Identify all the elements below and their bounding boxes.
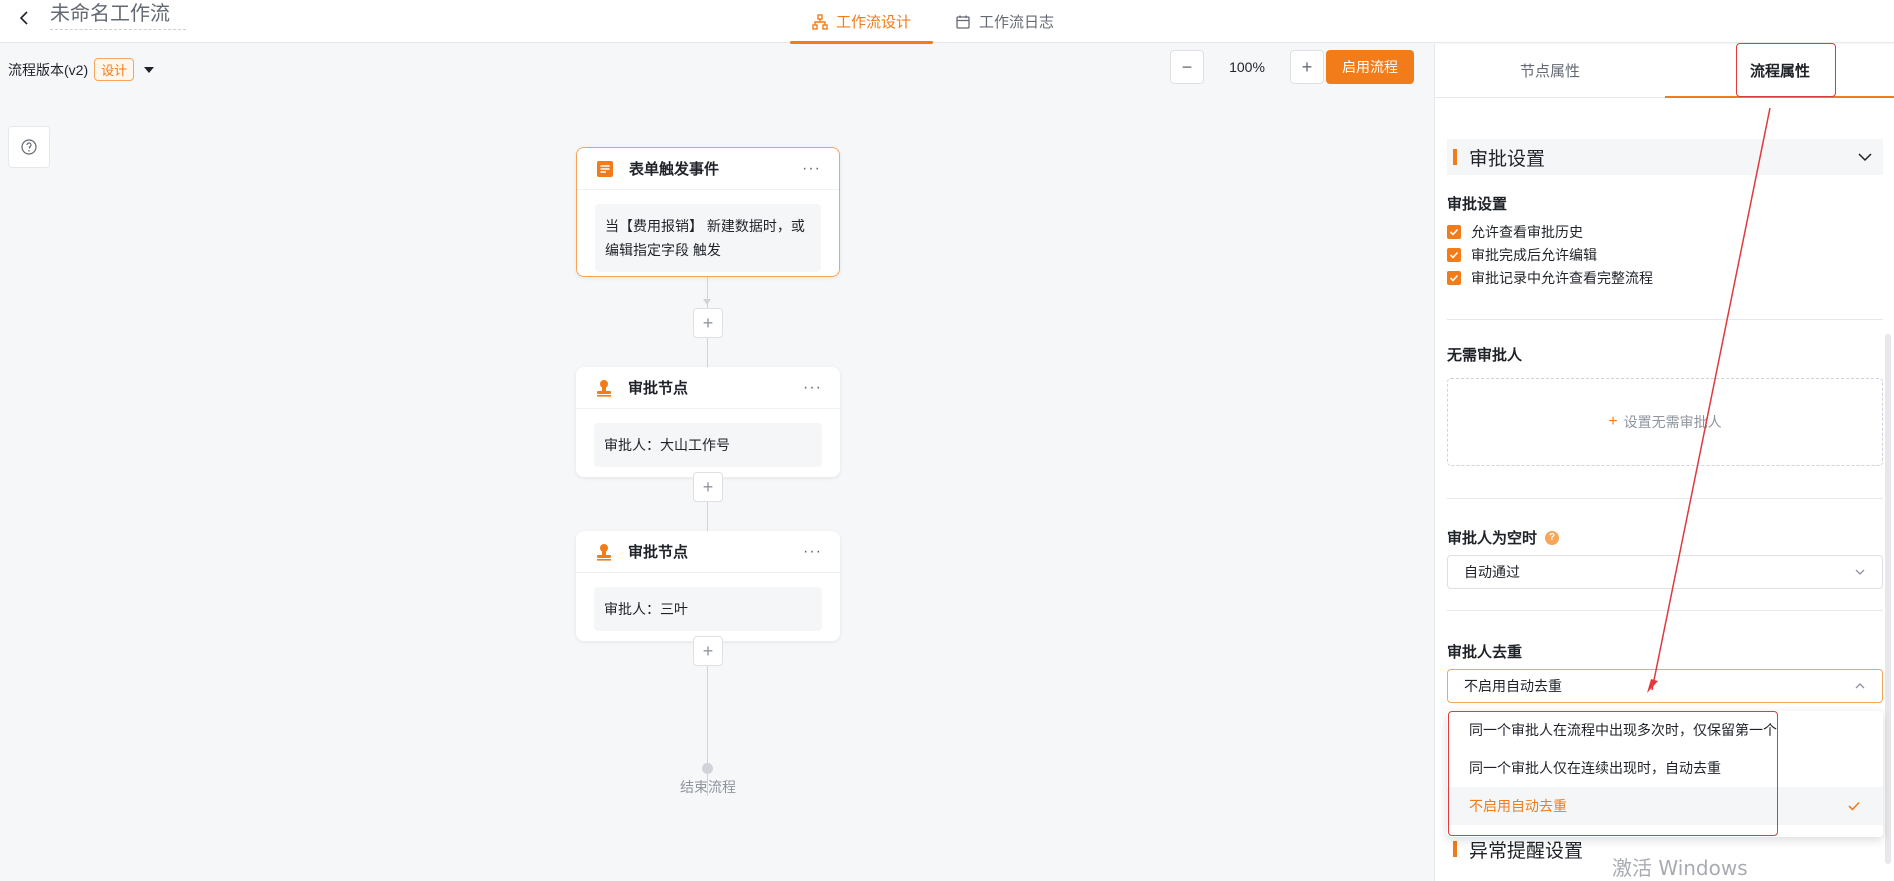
- checkbox-label: 审批记录中允许查看完整流程: [1471, 270, 1653, 286]
- select-value: 不启用自动去重: [1464, 678, 1562, 694]
- option-label: 同一个审批人仅在连续出现时，自动去重: [1469, 760, 1721, 776]
- workflow-title[interactable]: 未命名工作流: [50, 0, 186, 30]
- node-description: 当【费用报销】 新建数据时，或编辑指定字段 触发: [595, 204, 821, 272]
- no-approver-label: 无需审批人: [1447, 344, 1522, 365]
- form-icon: [595, 159, 615, 179]
- flow-icon: [812, 13, 828, 30]
- properties-panel: 节点属性 流程属性 审批设置 审批设置 允许查看审批历史 审批完成后允许编辑 审…: [1434, 43, 1894, 881]
- checkbox-label: 允许查看审批历史: [1471, 224, 1583, 240]
- dropdown-option-selected[interactable]: 不启用自动去重: [1447, 787, 1883, 825]
- tab-node-properties[interactable]: 节点属性: [1435, 44, 1665, 97]
- check-icon: [1848, 801, 1860, 811]
- panel-tabs: 节点属性 流程属性: [1435, 43, 1894, 98]
- tab-workflow-design[interactable]: 工作流设计: [790, 0, 934, 44]
- button-label: 设置无需审批人: [1623, 414, 1722, 430]
- dedup-dropdown: 同一个审批人在流程中出现多次时，仅保留第一个 同一个审批人仅在连续出现时，自动去…: [1447, 711, 1883, 837]
- node-description: 审批人：大山工作号: [594, 423, 822, 467]
- checkbox-checked-icon[interactable]: [1447, 225, 1461, 239]
- node-title: 表单触发事件: [629, 161, 720, 178]
- empty-approver-label: 审批人为空时 ?: [1447, 527, 1560, 548]
- more-icon[interactable]: ···: [803, 379, 822, 397]
- back-button[interactable]: [10, 4, 38, 32]
- checkbox-allow-edit[interactable]: 审批完成后允许编辑: [1447, 245, 1597, 265]
- zoom-out-button[interactable]: −: [1170, 50, 1204, 84]
- version-selector[interactable]: 流程版本(v2) 设计: [8, 58, 155, 81]
- more-icon[interactable]: ···: [803, 543, 822, 561]
- windows-watermark: 激活 Windows: [1612, 856, 1748, 880]
- node-title: 审批节点: [628, 544, 689, 561]
- section-title: 审批设置: [1469, 148, 1546, 170]
- select-value: 自动通过: [1464, 564, 1520, 580]
- label-text: 审批人去重: [1447, 644, 1523, 661]
- dropdown-option[interactable]: 同一个审批人在流程中出现多次时，仅保留第一个: [1447, 711, 1883, 749]
- node-header: 审批节点 ···: [576, 367, 840, 409]
- empty-approver-select[interactable]: 自动通过: [1447, 555, 1883, 589]
- dropdown-option[interactable]: 同一个审批人仅在连续出现时，自动去重: [1447, 749, 1883, 787]
- option-label: 不启用自动去重: [1469, 798, 1567, 814]
- stamp-icon: [594, 378, 614, 398]
- trigger-node[interactable]: 表单触发事件 ··· 当【费用报销】 新建数据时，或编辑指定字段 触发: [576, 147, 840, 277]
- tab-label: 工作流日志: [979, 14, 1055, 31]
- divider: [1447, 610, 1883, 611]
- checkbox-checked-icon[interactable]: [1447, 248, 1461, 262]
- add-node-button[interactable]: +: [693, 472, 723, 502]
- node-header: 审批节点 ···: [576, 531, 840, 573]
- arrow-down-icon: [703, 299, 711, 305]
- dedup-label: 审批人去重: [1447, 641, 1522, 662]
- accent-bar: [1453, 149, 1457, 165]
- end-label: 结束流程: [680, 779, 736, 795]
- approval-settings-label: 审批设置: [1447, 193, 1507, 214]
- node-title: 审批节点: [628, 380, 689, 397]
- tab-label: 工作流设计: [836, 14, 912, 31]
- node-header: 表单触发事件 ···: [577, 148, 839, 190]
- divider: [1447, 498, 1883, 499]
- stamp-icon: [594, 542, 614, 562]
- chevron-up-icon: [1855, 683, 1865, 689]
- tab-flow-properties[interactable]: 流程属性: [1665, 44, 1894, 98]
- label-text: 无需审批人: [1447, 347, 1523, 364]
- checkbox-label: 审批完成后允许编辑: [1471, 247, 1597, 263]
- more-icon[interactable]: ···: [802, 160, 821, 178]
- tab-workflow-log[interactable]: 工作流日志: [933, 0, 1076, 43]
- zoom-in-button[interactable]: +: [1290, 50, 1324, 84]
- calendar-icon: [956, 15, 970, 29]
- help-button[interactable]: [8, 126, 50, 168]
- end-dot: [702, 763, 713, 774]
- chevron-left-icon: [19, 11, 28, 25]
- version-label: 流程版本(v2): [8, 61, 89, 78]
- zoom-level: 100%: [1229, 59, 1265, 75]
- checkbox-view-full-flow[interactable]: 审批记录中允许查看完整流程: [1447, 268, 1653, 288]
- add-node-button[interactable]: +: [693, 308, 723, 338]
- accent-bar: [1453, 841, 1457, 857]
- chevron-down-icon: [1855, 569, 1865, 575]
- status-badge: 设计: [94, 58, 135, 81]
- label-text: 审批人为空时: [1447, 530, 1538, 547]
- checkbox-checked-icon[interactable]: [1447, 271, 1461, 285]
- set-no-approver-button[interactable]: + 设置无需审批人: [1447, 378, 1883, 466]
- chevron-down-icon: [1858, 153, 1872, 162]
- enable-flow-button[interactable]: 启用流程: [1326, 50, 1414, 84]
- top-bar: 未命名工作流 工作流设计 工作流日志: [0, 0, 1894, 44]
- approval-node[interactable]: 审批节点 ··· 审批人：三叶: [576, 531, 840, 641]
- checkbox-allow-history[interactable]: 允许查看审批历史: [1447, 222, 1583, 242]
- divider: [1447, 319, 1883, 320]
- label-text: 审批设置: [1447, 196, 1508, 213]
- top-tabs: 工作流设计 工作流日志: [790, 0, 1076, 44]
- zoom-controls: − 100% +: [1170, 50, 1324, 84]
- question-circle-icon: [21, 139, 37, 155]
- dedup-select[interactable]: 不启用自动去重: [1447, 669, 1883, 703]
- scrollbar[interactable]: [1885, 334, 1891, 864]
- section-header-approval[interactable]: 审批设置: [1447, 139, 1883, 175]
- workflow-canvas[interactable]: 流程版本(v2) 设计 − 100% + 启用流程 表单触发事件 ··· 当【费…: [0, 44, 1434, 881]
- node-description: 审批人：三叶: [594, 587, 822, 631]
- help-icon[interactable]: ?: [1545, 530, 1560, 545]
- add-node-button[interactable]: +: [693, 636, 723, 666]
- plus-icon: +: [1608, 413, 1618, 430]
- approval-node[interactable]: 审批节点 ··· 审批人：大山工作号: [576, 367, 840, 477]
- option-label: 同一个审批人在流程中出现多次时，仅保留第一个: [1469, 722, 1777, 738]
- caret-down-icon[interactable]: [144, 66, 155, 73]
